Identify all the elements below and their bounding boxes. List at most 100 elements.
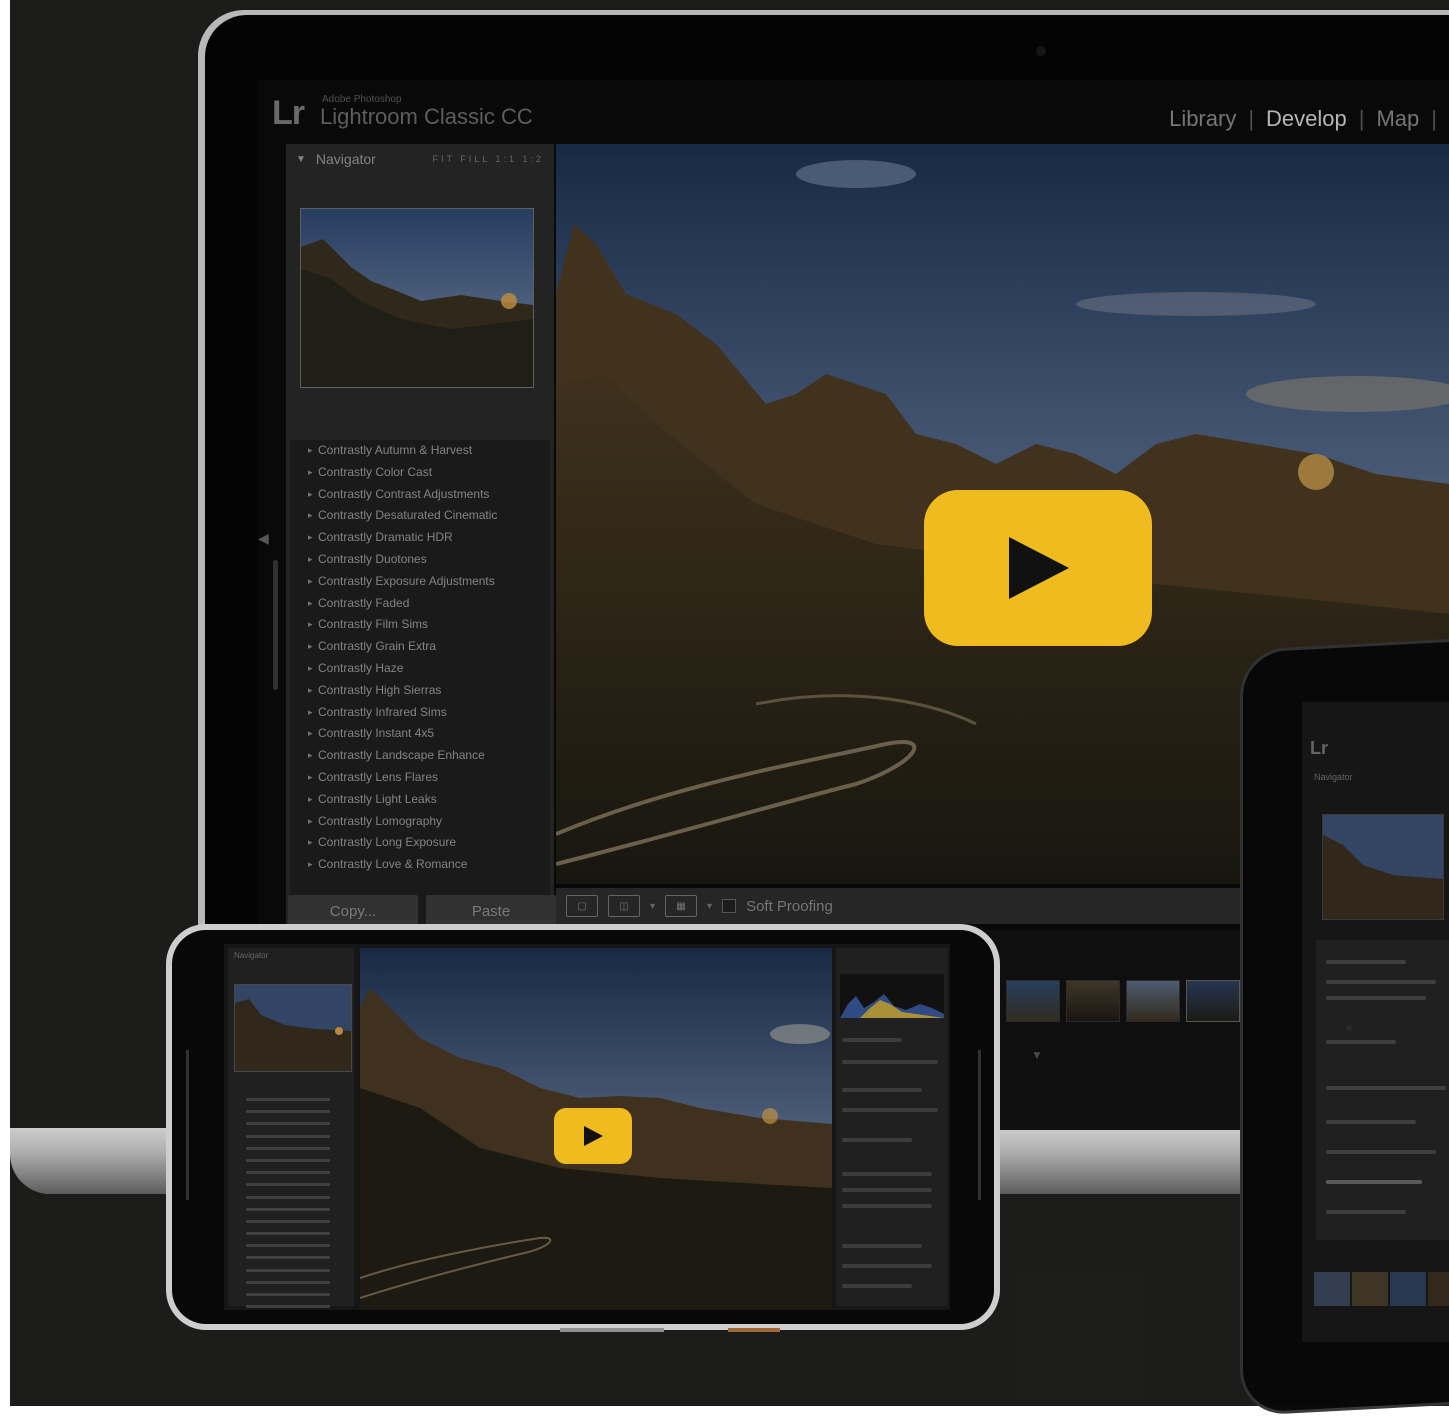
presets-list: Contrastly Autumn & HarvestContrastly Co… xyxy=(290,440,550,960)
phone-preset-item[interactable] xyxy=(232,1216,352,1228)
phone-preset-item[interactable] xyxy=(232,1155,352,1167)
phone-navigator-title: Navigator xyxy=(234,951,269,960)
tablet-panel-row xyxy=(1326,960,1406,964)
preset-folder-item[interactable]: Contrastly Infrared Sims xyxy=(290,702,550,724)
panel-row xyxy=(842,1138,912,1142)
left-panel: ▼ Navigator FIT FILL 1:1 1:2 Contrastly … xyxy=(286,144,554,964)
tablet-navigator-title: Navigator xyxy=(1314,772,1353,782)
soft-proofing-checkbox[interactable] xyxy=(722,899,737,913)
preset-folder-item[interactable]: Contrastly Instant 4x5 xyxy=(290,723,550,745)
preset-folder-item[interactable]: Contrastly Lens Flares xyxy=(290,767,550,789)
phone-edge-left xyxy=(186,1050,189,1200)
app-title: Lightroom Classic CC xyxy=(320,104,533,129)
tablet-panel-row xyxy=(1326,1040,1396,1044)
preset-folder-item[interactable]: Contrastly Contrast Adjustments xyxy=(290,484,550,506)
preset-folder-item[interactable]: Contrastly Grain Extra xyxy=(290,636,550,658)
preset-folder-item[interactable]: Contrastly Dramatic HDR xyxy=(290,527,550,549)
tablet-navigator-preview[interactable] xyxy=(1322,814,1444,920)
phone-preset-item[interactable] xyxy=(232,1204,352,1216)
preset-folder-item[interactable]: Contrastly Light Leaks xyxy=(290,789,550,811)
preset-folder-item[interactable]: Contrastly Love & Romance xyxy=(290,854,550,876)
filmstrip-collapse-icon[interactable]: ▼ xyxy=(1031,1048,1043,1062)
phone-preset-item[interactable] xyxy=(232,1192,352,1204)
tablet-panel-row xyxy=(1326,980,1436,984)
preset-folder-item[interactable]: Contrastly Haze xyxy=(290,658,550,680)
tablet-panel-row xyxy=(1326,1120,1416,1124)
laptop-camera xyxy=(1036,46,1046,56)
phone-presets-list xyxy=(232,1094,352,1310)
preset-folder-item[interactable]: Contrastly Landscape Enhance xyxy=(290,745,550,767)
module-map[interactable]: Map xyxy=(1376,106,1419,131)
tablet-panel-row xyxy=(1326,1210,1406,1214)
tablet-filmstrip-image xyxy=(1314,1272,1449,1306)
phone-preset-item[interactable] xyxy=(232,1118,352,1130)
preset-folder-item[interactable]: Contrastly Faded xyxy=(290,593,550,615)
module-library[interactable]: Library xyxy=(1169,106,1236,131)
navigator-preview[interactable] xyxy=(300,208,534,388)
loupe-view-icon[interactable]: ▢ xyxy=(566,895,598,917)
panel-row xyxy=(842,1060,938,1064)
phone-preset-item[interactable] xyxy=(232,1277,352,1289)
histogram xyxy=(840,974,944,1018)
tablet-panel-row xyxy=(1326,996,1426,1000)
histogram-graph xyxy=(840,994,944,1018)
phone-bottom-accent xyxy=(728,1328,780,1332)
phone-left-panel: Navigator xyxy=(228,948,354,1309)
left-panel-toggle-icon[interactable]: ◀ xyxy=(258,530,269,547)
tablet-lightroom-logo: Lr xyxy=(1310,738,1328,758)
phone-preset-item[interactable] xyxy=(232,1143,352,1155)
survey-view-icon[interactable]: ▦ xyxy=(665,895,698,917)
preset-folder-item[interactable]: Contrastly Lomography xyxy=(290,811,550,833)
navigator-header[interactable]: ▼ Navigator FIT FILL 1:1 1:2 xyxy=(286,144,554,174)
phone-preset-item[interactable] xyxy=(232,1240,352,1252)
navigator-zoom-options[interactable]: FIT FILL 1:1 1:2 xyxy=(432,154,544,164)
preset-folder-item[interactable]: Contrastly Exposure Adjustments xyxy=(290,571,550,593)
tablet-screen: Lr Navigator xyxy=(1302,702,1449,1342)
preset-folder-item[interactable]: Contrastly Long Exposure xyxy=(290,832,550,854)
phone-preset-item[interactable] xyxy=(232,1167,352,1179)
navigator-title: Navigator xyxy=(315,151,376,167)
module-separator: | xyxy=(1248,106,1255,131)
play-video-button[interactable] xyxy=(924,490,1152,646)
dropdown-arrow-icon[interactable]: ▾ xyxy=(650,901,655,912)
filmstrip-thumbnail[interactable] xyxy=(1066,980,1120,1022)
preset-folder-item[interactable]: Contrastly High Sierras xyxy=(290,680,550,702)
phone-right-panel xyxy=(836,948,948,1306)
preset-folder-item[interactable]: Contrastly Duotones xyxy=(290,549,550,571)
phone-preset-item[interactable] xyxy=(232,1252,352,1264)
tablet-panel-row xyxy=(1326,1086,1446,1090)
phone-preset-item[interactable] xyxy=(232,1131,352,1143)
phone-preset-item[interactable] xyxy=(232,1228,352,1240)
filmstrip-thumbnail[interactable] xyxy=(1006,980,1060,1022)
preset-folder-item[interactable]: Contrastly Film Sims xyxy=(290,614,550,636)
preset-folder-item[interactable]: Contrastly Autumn & Harvest xyxy=(290,440,550,462)
filmstrip-thumbnail[interactable] xyxy=(1126,980,1180,1022)
module-develop[interactable]: Develop xyxy=(1266,106,1347,131)
preset-folder-item[interactable]: Contrastly Color Cast xyxy=(290,462,550,484)
soft-proofing-label: Soft Proofing xyxy=(746,897,833,915)
copy-paste-bar: Copy... Paste xyxy=(288,895,556,927)
filmstrip-thumbnail[interactable] xyxy=(1186,980,1240,1022)
module-separator: | xyxy=(1431,106,1437,131)
copy-button[interactable]: Copy... xyxy=(288,895,418,927)
phone-preset-item[interactable] xyxy=(232,1289,352,1301)
paste-button[interactable]: Paste xyxy=(426,895,556,927)
collapse-triangle-icon[interactable]: ▼ xyxy=(296,154,306,165)
preset-folder-item[interactable]: Contrastly Desaturated Cinematic xyxy=(290,505,550,527)
tablet-panel-row xyxy=(1326,1180,1422,1184)
panel-row xyxy=(842,1204,932,1208)
compare-view-icon[interactable]: ◫ xyxy=(608,895,640,917)
panel-row xyxy=(842,1188,932,1192)
phone-preset-item[interactable] xyxy=(232,1094,352,1106)
phone-preset-item[interactable] xyxy=(232,1179,352,1191)
phone-play-video-button[interactable] xyxy=(554,1108,632,1164)
dropdown-arrow-icon[interactable]: ▾ xyxy=(707,901,712,912)
phone-preset-item[interactable] xyxy=(232,1106,352,1118)
panel-row xyxy=(842,1038,902,1042)
phone-preset-item[interactable] xyxy=(232,1265,352,1277)
panel-row xyxy=(842,1264,932,1268)
phone-navigator-preview[interactable] xyxy=(234,984,352,1072)
phone-preset-item[interactable] xyxy=(232,1301,352,1310)
play-icon xyxy=(584,1126,603,1146)
panel-scrollbar[interactable] xyxy=(273,560,278,690)
